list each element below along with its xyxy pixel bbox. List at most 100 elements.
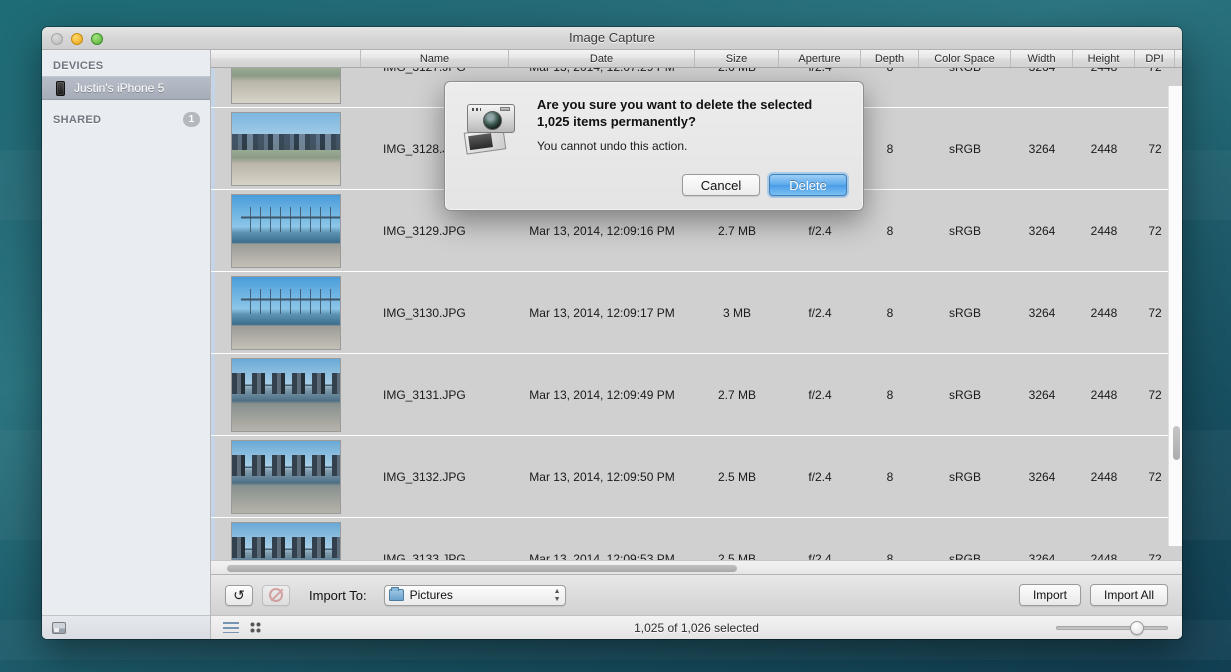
import-all-button[interactable]: Import All <box>1090 584 1168 606</box>
slider-knob[interactable] <box>1130 621 1144 635</box>
thumbnail-cell <box>211 358 361 432</box>
cell-name: IMG_3127.JPG <box>361 68 509 74</box>
import-button-label: Import <box>1033 588 1067 602</box>
delete-button[interactable] <box>262 585 290 606</box>
vertical-scrollbar[interactable] <box>1168 86 1182 546</box>
table-row[interactable]: IMG_3130.JPGMar 13, 2014, 12:09:17 PM3 M… <box>211 272 1182 354</box>
row-selection-indicator <box>211 436 215 517</box>
cell-colorspace: sRGB <box>919 388 1011 402</box>
sidebar-item-justins-iphone-5[interactable]: Justin's iPhone 5 <box>42 76 210 100</box>
import-to-label: Import To: <box>309 588 367 603</box>
cell-aperture: f/2.4 <box>779 68 861 74</box>
camera-shutter <box>500 107 510 111</box>
column-header-exif[interactable]: EXIF <box>1175 50 1182 67</box>
column-header-name[interactable]: Name <box>361 50 509 67</box>
column-header-depth[interactable]: Depth <box>861 50 919 67</box>
share-screen-icon[interactable] <box>52 622 66 634</box>
slider-track <box>1056 626 1168 630</box>
column-header-colorspace[interactable]: Color Space <box>919 50 1011 67</box>
cell-date: Mar 13, 2014, 12:09:17 PM <box>509 306 695 320</box>
column-header-date[interactable]: Date <box>509 50 695 67</box>
thumbnail-cell <box>211 522 361 561</box>
cell-name: IMG_3129.JPG <box>361 224 509 238</box>
iphone-icon <box>56 81 65 96</box>
cell-exif: 2.2. <box>1175 552 1182 561</box>
cell-aperture: f/2.4 <box>779 306 861 320</box>
destination-value: Pictures <box>410 588 453 602</box>
folder-icon <box>389 589 404 601</box>
vertical-scrollbar-thumb[interactable] <box>1173 426 1180 460</box>
horizontal-scrollbar[interactable] <box>211 560 1182 574</box>
cell-depth: 8 <box>861 224 919 238</box>
sidebar-section-label: DEVICES <box>53 60 103 72</box>
cell-colorspace: sRGB <box>919 224 1011 238</box>
cell-size: 2.6 MB <box>695 68 779 74</box>
cell-exif: 2.2. <box>1175 68 1182 74</box>
cancel-button[interactable]: Cancel <box>682 174 760 196</box>
cell-size: 2.7 MB <box>695 388 779 402</box>
column-header-width[interactable]: Width <box>1011 50 1073 67</box>
cell-size: 2.5 MB <box>695 552 779 561</box>
cell-height: 2448 <box>1073 224 1135 238</box>
cell-height: 2448 <box>1073 552 1135 561</box>
photo-thumbnail <box>231 68 341 104</box>
cell-name: IMG_3132.JPG <box>361 470 509 484</box>
table-column-headers: NameDateSizeApertureDepthColor SpaceWidt… <box>211 50 1182 68</box>
photo-thumbnail <box>231 112 341 186</box>
cell-width: 3264 <box>1011 306 1073 320</box>
column-header-dpi[interactable]: DPI <box>1135 50 1175 67</box>
horizontal-scrollbar-thumb[interactable] <box>227 565 737 572</box>
thumbnail-size-slider[interactable] <box>1056 622 1168 634</box>
table-row[interactable]: IMG_3133.JPGMar 13, 2014, 12:09:53 PM2.5… <box>211 518 1182 560</box>
cell-size: 2.5 MB <box>695 470 779 484</box>
column-header-thumb[interactable] <box>211 50 361 67</box>
column-header-aperture[interactable]: Aperture <box>779 50 861 67</box>
destination-popup-button[interactable]: Pictures ▲▼ <box>384 585 566 606</box>
cell-dpi: 72 <box>1135 552 1175 561</box>
thumbnail-cell <box>211 440 361 514</box>
prohibition-icon <box>269 588 283 602</box>
delete-confirm-button[interactable]: Delete <box>769 174 847 196</box>
cell-colorspace: sRGB <box>919 552 1011 561</box>
camera-dots <box>472 108 481 111</box>
cell-name: IMG_3131.JPG <box>361 388 509 402</box>
status-bar: 1,025 of 1,026 selected <box>211 615 1182 639</box>
cell-colorspace: sRGB <box>919 68 1011 74</box>
table-row[interactable]: IMG_3132.JPGMar 13, 2014, 12:09:50 PM2.5… <box>211 436 1182 518</box>
row-selection-indicator <box>211 68 215 107</box>
cell-colorspace: sRGB <box>919 306 1011 320</box>
photo-thumbnail <box>231 440 341 514</box>
camera-body <box>467 104 515 133</box>
cell-depth: 8 <box>861 470 919 484</box>
cell-colorspace: sRGB <box>919 142 1011 156</box>
cell-width: 3264 <box>1011 388 1073 402</box>
camera-icon <box>463 100 523 152</box>
thumbnail-cell <box>211 68 361 104</box>
import-button[interactable]: Import <box>1019 584 1081 606</box>
dialog-buttons: Cancel Delete <box>682 174 847 196</box>
thumbnail-cell <box>211 194 361 268</box>
cell-width: 3264 <box>1011 68 1073 74</box>
cell-height: 2448 <box>1073 470 1135 484</box>
cell-width: 3264 <box>1011 224 1073 238</box>
dialog-title: Are you sure you want to delete the sele… <box>537 96 845 130</box>
column-header-height[interactable]: Height <box>1073 50 1135 67</box>
cell-depth: 8 <box>861 552 919 561</box>
cell-aperture: f/2.4 <box>779 388 861 402</box>
row-selection-indicator <box>211 272 215 353</box>
cell-date: Mar 13, 2014, 12:09:16 PM <box>509 224 695 238</box>
thumbnail-cell <box>211 276 361 350</box>
cell-height: 2448 <box>1073 388 1135 402</box>
table-row[interactable]: IMG_3131.JPGMar 13, 2014, 12:09:49 PM2.7… <box>211 354 1182 436</box>
cell-date: Mar 13, 2014, 12:09:49 PM <box>509 388 695 402</box>
cell-date: Mar 13, 2014, 12:09:50 PM <box>509 470 695 484</box>
bottom-toolbar: ↺ Import To: Pictures ▲▼ Import <box>211 574 1182 615</box>
cancel-button-label: Cancel <box>701 178 741 193</box>
sidebar-section-shared-header: SHARED 1 <box>42 108 210 131</box>
cell-width: 3264 <box>1011 142 1073 156</box>
cell-depth: 8 <box>861 306 919 320</box>
cell-date: Mar 13, 2014, 12:07:29 PM <box>509 68 695 74</box>
rotate-button[interactable]: ↺ <box>225 585 253 606</box>
column-header-size[interactable]: Size <box>695 50 779 67</box>
sidebar-sections: DEVICES Justin's iPhone 5 SHARED 1 <box>42 50 210 615</box>
